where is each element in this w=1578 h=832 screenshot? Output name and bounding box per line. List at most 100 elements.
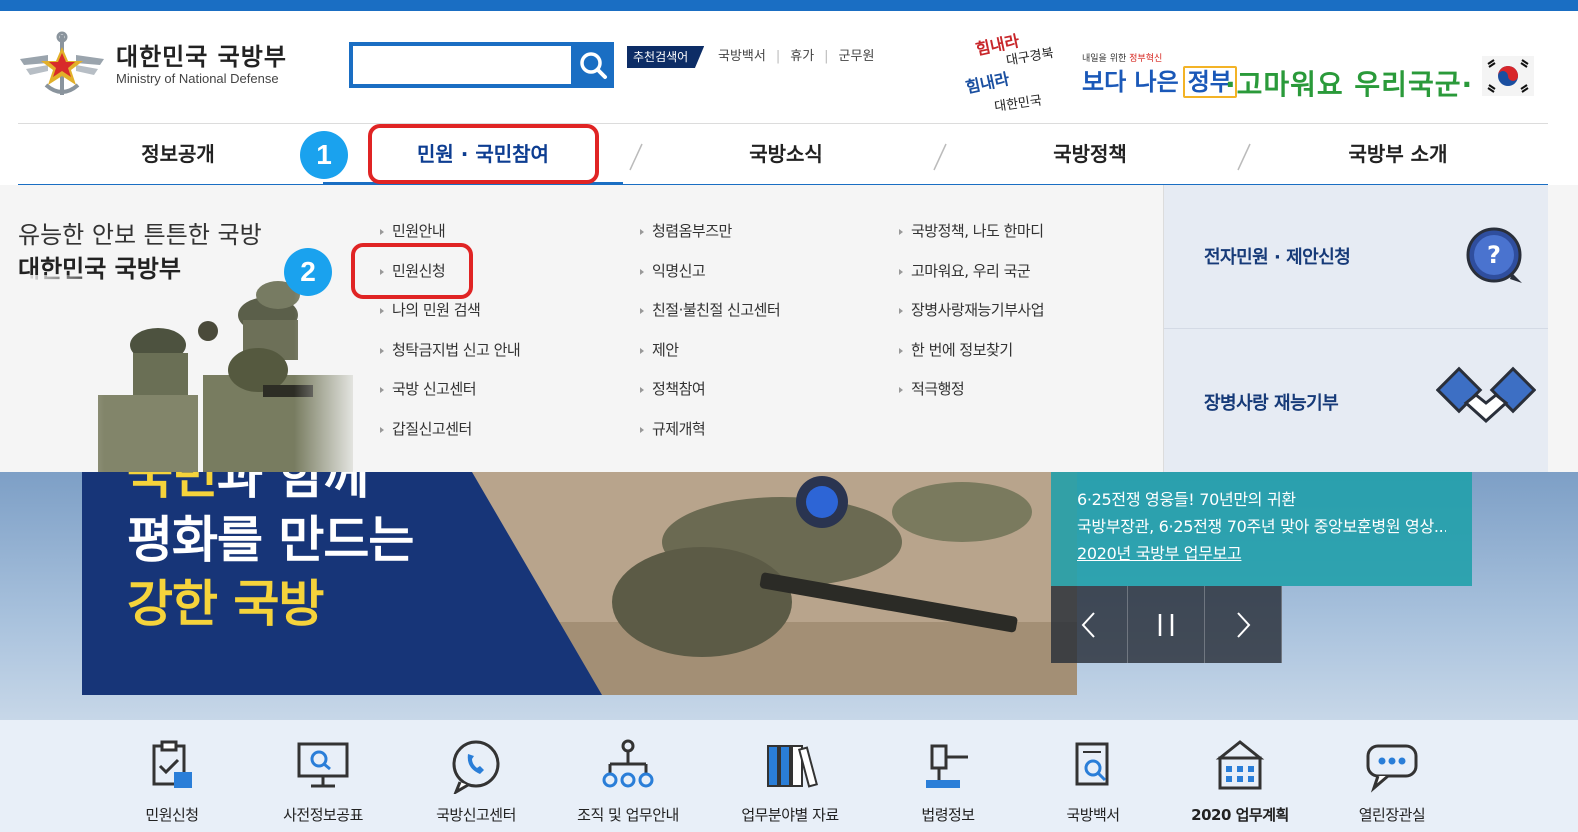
menu-proactive-admin[interactable]: 적극행정 xyxy=(899,373,1044,413)
news-item-link[interactable]: 2020년 국방부 업무보고 xyxy=(1077,540,1446,567)
quick-complaint-apply[interactable]: 민원신청 xyxy=(97,738,247,825)
defense-emblem-icon xyxy=(20,31,104,95)
quick-pre-disclosure[interactable]: 사전정보공표 xyxy=(248,738,398,825)
banner-headline: 국민과 함께 평화를 만드는 강한 국방 xyxy=(127,472,414,636)
book-search-icon xyxy=(1075,742,1109,786)
e-complaint-box[interactable]: 전자민원 · 제안신청 ? xyxy=(1164,185,1548,328)
civil-complaint-dropdown: 유능한 안보 튼튼한 국방 대한민국 국방부 민원안내 민원신청 나의 민원 검… xyxy=(0,185,1578,472)
menu-info-finder[interactable]: 한 번에 정보찾기 xyxy=(899,334,1044,374)
menu-policy-opinion[interactable]: 국방정책, 나도 한마디 xyxy=(899,215,1044,255)
menu-anonymous-report[interactable]: 익명신고 xyxy=(640,255,780,295)
search-icon xyxy=(579,52,607,79)
quick-organization[interactable]: 조직 및 업무안내 xyxy=(553,738,703,825)
header: 대한민국 국방부 Ministry of National Defense 추천… xyxy=(0,11,1578,123)
logo-title: 대한민국 국방부 xyxy=(116,42,287,71)
phone-bubble-icon xyxy=(452,740,500,794)
search-bar xyxy=(349,42,614,88)
e-complaint-label: 전자민원 · 제안신청 xyxy=(1204,247,1351,268)
divider: | xyxy=(824,49,829,64)
government-innovation-banner[interactable]: 내일을 위한 정부혁신 보다 나은 정부 xyxy=(1082,51,1237,98)
step-badge-2: 2 xyxy=(284,248,332,296)
recommended-keywords-label: 추천검색어 xyxy=(627,46,705,68)
talent-donation-label: 장병사랑 재능기부 xyxy=(1204,393,1339,414)
menu-kindness-report[interactable]: 친절·불친절 신고센터 xyxy=(640,294,781,334)
headline-highlight: 국민 xyxy=(127,472,218,505)
nav-info-disclosure[interactable]: 정보공개 xyxy=(98,124,258,186)
chat-bubble-icon xyxy=(1366,744,1418,793)
quick-report-center[interactable]: 국방신고센터 xyxy=(401,738,551,825)
quick-label: 국방신고센터 xyxy=(436,806,516,824)
quick-label: 법령정보 xyxy=(921,806,975,824)
monitor-search-icon xyxy=(297,742,349,788)
quick-white-paper[interactable]: 국방백서 xyxy=(1018,738,1168,825)
gavel-icon xyxy=(926,744,968,788)
prev-slide-button[interactable] xyxy=(1051,586,1128,663)
korea-flag-icon xyxy=(1482,56,1534,96)
svg-text:?: ? xyxy=(1487,241,1501,269)
building-icon xyxy=(1215,740,1265,790)
menu-integrity-ombudsman[interactable]: 청렴옴부즈만 xyxy=(640,215,780,255)
dropdown-quick-boxes: 전자민원 · 제안신청 ? 장병사랑 재능기부 xyxy=(1163,185,1548,472)
menu-thanks-military[interactable]: 고마워요, 우리 국군 xyxy=(899,255,1044,295)
banner-controls xyxy=(1051,586,1282,663)
highlight-complaint-apply xyxy=(351,243,473,299)
menu-talent-donation[interactable]: 장병사랑재능기부사업 xyxy=(899,294,1045,334)
binders-icon xyxy=(767,745,819,788)
quick-field-data[interactable]: 업무분야별 자료 xyxy=(715,738,865,825)
keyword-link[interactable]: 휴가 xyxy=(790,46,814,68)
nav-defense-policy[interactable]: 국방정책 xyxy=(1010,124,1170,186)
pause-icon xyxy=(1158,613,1174,636)
cheer-slogan-banner[interactable]: 힘내라 대구경북 힘내라 대한민국 xyxy=(965,29,1065,129)
site-logo[interactable]: 대한민국 국방부 Ministry of National Defense xyxy=(18,29,288,99)
quick-law-info[interactable]: 법령정보 xyxy=(873,738,1023,825)
quick-menu: 민원신청 사전정보공표 국방신고센터 조직 및 업무안내 업무분야별 자료 법령… xyxy=(0,720,1578,832)
logo-subtitle: Ministry of National Defense xyxy=(116,70,279,86)
nav-about-ministry[interactable]: 국방부 소개 xyxy=(1308,124,1488,186)
menu-regulatory-reform[interactable]: 규제개혁 xyxy=(640,413,780,453)
menu-abuse-report-center[interactable]: 갑질신고센터 xyxy=(380,413,520,453)
quick-business-plan[interactable]: 2020 업무계획 xyxy=(1165,738,1315,825)
menu-anti-graft-report[interactable]: 청탁금지법 신고 안내 xyxy=(380,334,521,374)
quick-label: 열린장관실 xyxy=(1358,806,1426,824)
slogan-line-1: 유능한 안보 튼튼한 국방 xyxy=(18,221,262,249)
slogan-line: 대한민국 xyxy=(993,93,1043,115)
keyword-link[interactable]: 국방백서 xyxy=(718,46,766,68)
quick-open-minister[interactable]: 열린장관실 xyxy=(1317,738,1467,825)
menu-defense-report-center[interactable]: 국방 신고센터 xyxy=(380,373,520,413)
document-check-icon xyxy=(152,740,192,788)
promo-big: 보다 나은 xyxy=(1082,68,1179,96)
talent-donation-box[interactable]: 장병사랑 재능기부 xyxy=(1164,328,1548,471)
menu-policy-participation[interactable]: 정책참여 xyxy=(640,373,780,413)
slogan-line: 힘내라 xyxy=(965,69,1011,97)
quick-label: 업무분야별 자료 xyxy=(741,806,839,824)
main-banner: 국민과 함께 평화를 만드는 강한 국방 6·25전쟁 영웅들! 70년만의 귀… xyxy=(0,472,1578,720)
pause-slide-button[interactable] xyxy=(1128,586,1205,663)
question-bubble-icon: ? xyxy=(1466,227,1522,283)
recommended-keywords: 국방백서 | 휴가 | 군무원 xyxy=(718,46,874,68)
nav-divider xyxy=(1237,143,1251,171)
quick-label: 2020 업무계획 xyxy=(1191,806,1289,824)
next-slide-button[interactable] xyxy=(1205,586,1282,663)
handshake-icon xyxy=(1436,366,1536,424)
headline-line1: 과 함께 xyxy=(217,472,369,505)
main-navigation: 정보공개 민원 · 국민참여 국방소식 국방정책 국방부 소개 xyxy=(18,123,1548,185)
menu-my-complaint-search[interactable]: 나의 민원 검색 xyxy=(380,294,520,334)
search-input[interactable] xyxy=(349,42,571,88)
menu-proposal[interactable]: 제안 xyxy=(640,334,780,374)
menu-column-2: 청렴옴부즈만 익명신고 친절·불친절 신고센터 제안 정책참여 규제개혁 xyxy=(640,215,781,453)
nav-divider xyxy=(629,143,643,171)
quick-label: 민원신청 xyxy=(145,806,199,824)
banner-news-box: 6·25전쟁 영웅들! 70년만의 귀환 국방부장관, 6·25전쟁 70주년 … xyxy=(1051,472,1472,586)
keyword-link[interactable]: 군무원 xyxy=(839,46,875,68)
news-item[interactable]: 국방부장관, 6·25전쟁 70주년 맞아 중앙보훈병원 영상... xyxy=(1077,513,1446,540)
thanks-military-banner[interactable]: ·고마워요 우리국군· xyxy=(1225,63,1473,103)
search-button[interactable] xyxy=(571,42,614,88)
news-item[interactable]: 6·25전쟁 영웅들! 70년만의 귀환 xyxy=(1077,486,1446,513)
highlight-civil-complaint-nav xyxy=(368,124,599,184)
quick-label: 조직 및 업무안내 xyxy=(577,806,679,824)
soldiers-illustration xyxy=(18,275,363,472)
nav-divider xyxy=(933,143,947,171)
nav-defense-news[interactable]: 국방소식 xyxy=(706,124,866,186)
banner-slide[interactable]: 국민과 함께 평화를 만드는 강한 국방 xyxy=(82,472,1077,695)
headline-line3: 강한 국방 xyxy=(127,575,324,633)
